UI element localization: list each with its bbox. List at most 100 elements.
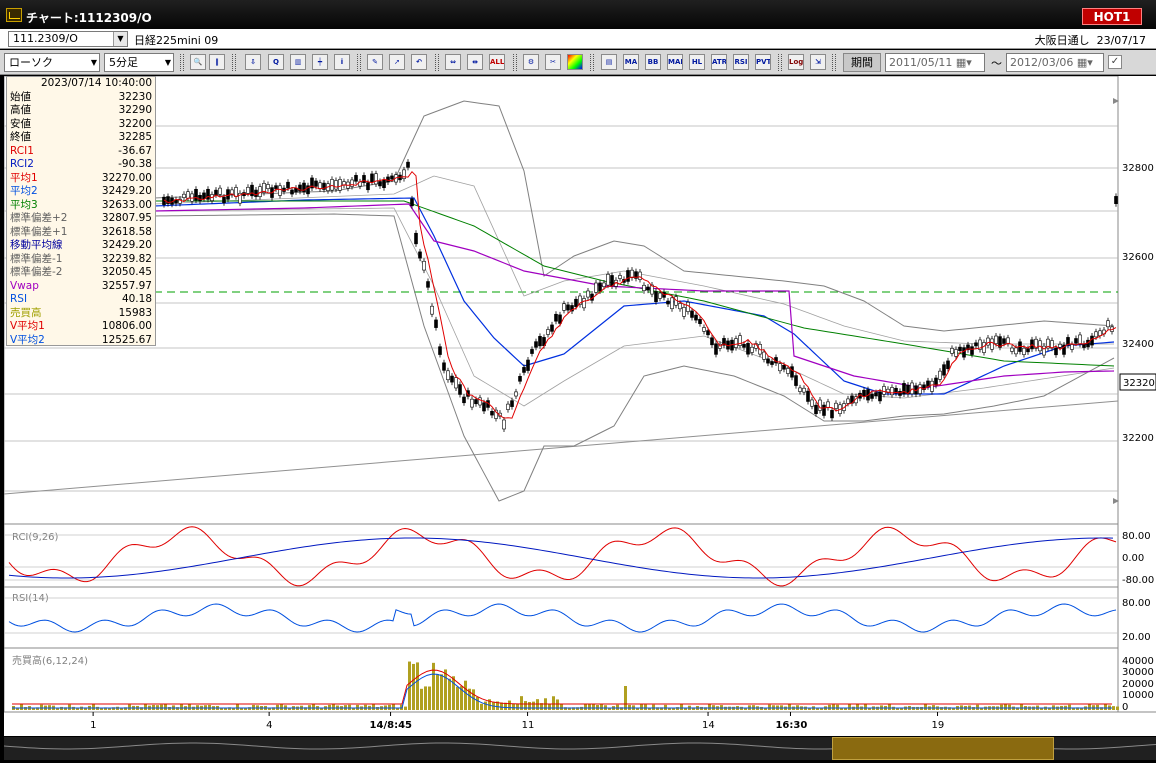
btn-hl[interactable]: HL (689, 54, 705, 70)
chart-area[interactable]: 32800 32600 32400 32200 32320 RCI(9,26) 80.00 0… (3, 75, 1156, 736)
chart-canvas[interactable]: 32800 32600 32400 32200 32320 RCI(9,26) 80.00 0… (3, 75, 1156, 736)
candle-body (366, 182, 370, 191)
info-row: 売買高 15983 (7, 307, 155, 321)
candle-body (690, 310, 694, 318)
volume-bar (972, 707, 975, 710)
widen-icon[interactable]: ⇹ (467, 54, 483, 70)
data-info-panel: 2023/07/14 10:40:00 始値 32230 高値 32290 安値 3220… (6, 76, 156, 346)
info-value: 32618.58 (101, 225, 152, 238)
candle-body (474, 399, 478, 405)
rci2-line (8, 537, 1114, 579)
btn-log[interactable]: Log (788, 54, 804, 70)
candle-body (450, 375, 454, 383)
candle-body (930, 380, 934, 392)
time-scrollbar[interactable] (3, 737, 1156, 760)
calendar-icon[interactable]: ▦▾ (956, 56, 972, 69)
btn-mae[interactable]: MAE (667, 54, 683, 70)
candle-body (778, 363, 782, 372)
bar-chart-icon[interactable]: ▥ (290, 54, 306, 70)
candle-body (782, 364, 786, 370)
bollinger-upper (153, 100, 1115, 332)
chevron-down-icon[interactable]: ▼ (113, 32, 127, 46)
rsi-axis-label: 80.00 (1122, 598, 1151, 609)
period-button[interactable]: 期間 (843, 53, 881, 72)
volume-bar (588, 704, 591, 710)
candle-body (882, 386, 886, 395)
candle-body (442, 362, 446, 371)
candle-body (386, 176, 390, 183)
candle-body (1042, 345, 1046, 356)
volume-bar (164, 704, 167, 710)
candle-body (630, 269, 634, 278)
narrow-icon[interactable]: ⇔ (445, 54, 461, 70)
volume-bar (356, 704, 359, 710)
download-icon[interactable]: ⇩ (245, 54, 261, 70)
color-icon[interactable] (567, 54, 583, 70)
rsi-axis-label: 20.00 (1122, 632, 1151, 643)
date-to-input[interactable]: 2012/03/06 ▦▾ (1006, 53, 1104, 72)
btn-atr[interactable]: ATR (711, 54, 727, 70)
info-label: 平均1 (10, 171, 38, 184)
candle-body (982, 342, 986, 353)
candle-body (714, 343, 718, 355)
symbol-select[interactable]: 111.2309/O ▼ (8, 31, 128, 47)
candle-body (1114, 196, 1118, 204)
btn-ma[interactable]: MA (623, 54, 639, 70)
info-label: 移動平均線 (10, 239, 63, 251)
candle-body (646, 286, 650, 291)
zoom-icon[interactable]: 🔍 (190, 54, 206, 70)
volume-bar (160, 704, 163, 710)
cursor-icon[interactable]: ➚ (389, 54, 405, 70)
volume-bar (828, 704, 831, 710)
volume-bar (768, 704, 771, 710)
export-icon[interactable]: ⇲ (810, 54, 826, 70)
candle-body (514, 391, 518, 397)
candle-body (598, 282, 602, 292)
undo-icon[interactable]: ↶ (411, 54, 427, 70)
candle-body (462, 396, 466, 404)
x-axis-label: 19 (932, 720, 945, 731)
candle-body (890, 387, 894, 396)
info-value: 32239.82 (101, 252, 152, 265)
volume-bar (208, 704, 211, 710)
toolbar-separator (513, 54, 517, 71)
volume-bar (440, 674, 443, 710)
btn-rsi[interactable]: RSI (733, 54, 749, 70)
volume-profile-icon[interactable]: ▤ (601, 54, 617, 70)
candle-body (526, 359, 530, 371)
candle-body (254, 189, 258, 197)
info-icon[interactable]: i (334, 54, 350, 70)
candle-body (374, 173, 378, 185)
pen-icon[interactable]: ✎ (367, 54, 383, 70)
scrollbar-thumb[interactable] (832, 737, 1054, 760)
title-bar: チャート:1112309/O HOT1 (0, 0, 1156, 29)
hot-button[interactable]: HOT1 (1082, 8, 1142, 25)
wrench-icon[interactable]: ✂ (545, 54, 561, 70)
volume-bar (1004, 704, 1007, 710)
btn-bb[interactable]: BB (645, 54, 661, 70)
candle-body (446, 370, 450, 381)
zoom-chart-icon[interactable]: Q (268, 54, 284, 70)
candle-icon[interactable]: ┿ (312, 54, 328, 70)
interval-select[interactable]: 5分足 ▼ (104, 53, 174, 72)
candle-body (350, 179, 354, 187)
date-from-input[interactable]: 2011/05/11 ▦▾ (885, 53, 985, 72)
volume-bar (276, 704, 279, 710)
candle-body (286, 181, 290, 189)
volume-axis-label: 0 (1122, 702, 1128, 713)
calendar-icon[interactable]: ▦▾ (1077, 56, 1093, 69)
candle-body (258, 186, 262, 197)
split-icon[interactable]: ‖ (209, 54, 225, 70)
btn-pvt[interactable]: PVT (755, 54, 771, 70)
chart-type-select[interactable]: ローソク ▼ (4, 53, 100, 72)
info-value: 32429.20 (101, 185, 152, 197)
x-axis-label: 11 (522, 720, 535, 731)
range-checkbox[interactable]: ✓ (1108, 55, 1122, 69)
gear-icon[interactable]: ⚙ (523, 54, 539, 70)
volume-bar (152, 704, 155, 710)
volume-bar (348, 704, 351, 710)
candle-body (506, 403, 510, 410)
all-icon[interactable]: ALL (489, 54, 505, 70)
info-label: V平均1 (10, 320, 45, 332)
info-row: V平均2 12525.67 (7, 334, 155, 348)
